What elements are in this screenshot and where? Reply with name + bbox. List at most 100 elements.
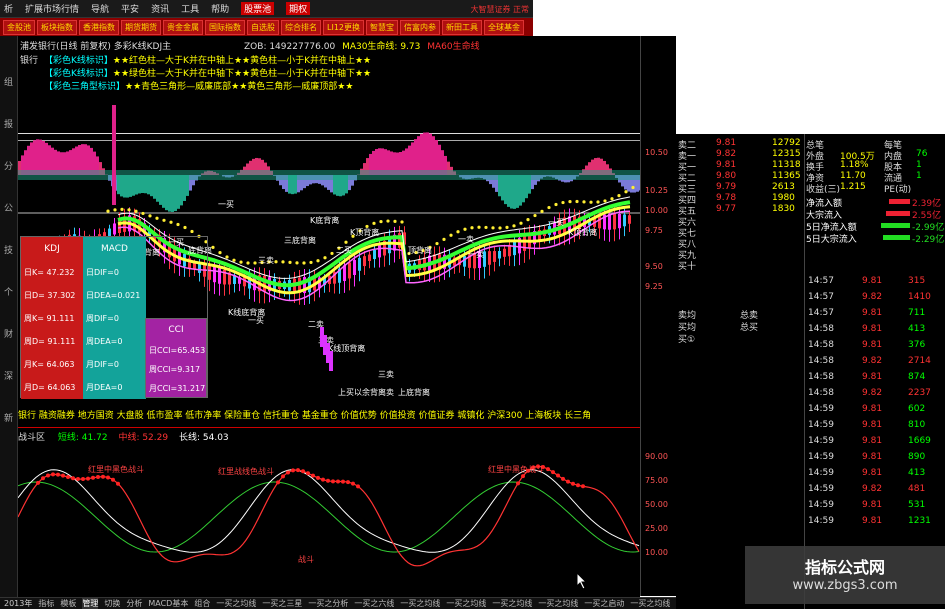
orderbook-price: 9.82 <box>716 149 737 159</box>
left-tab[interactable]: 技 <box>0 244 17 258</box>
stop-dot <box>274 260 278 264</box>
left-tab[interactable]: 分 <box>0 160 17 174</box>
oscillator-chart[interactable]: 红里中黑色战斗 红里战线色战斗 红里中黑色战斗战斗 <box>18 442 640 594</box>
stop-dot <box>540 209 544 213</box>
histogram-bar <box>417 136 420 175</box>
bottom-tab[interactable]: MACD基本 <box>148 598 188 609</box>
toolbar-button[interactable]: 金股池 <box>3 19 35 35</box>
toolbar-button[interactable]: 信富内参 <box>400 19 440 35</box>
menu-item[interactable]: 扩展市场行情 <box>25 2 79 15</box>
tick-price: 9.82 <box>862 484 883 494</box>
left-tab[interactable]: 新 <box>0 412 17 426</box>
histogram-bar <box>36 139 39 175</box>
bottom-tab[interactable]: 组合 <box>194 598 210 609</box>
tick-price: 9.81 <box>862 404 883 414</box>
tick-volume: 481 <box>908 484 926 494</box>
menu-item[interactable]: 平安 <box>121 2 139 15</box>
left-tab[interactable]: 个 <box>0 286 17 300</box>
left-tab[interactable]: 公 <box>0 202 17 216</box>
candle-body <box>218 267 221 284</box>
bottom-tab[interactable]: 一买之均线 <box>446 598 486 609</box>
stop-dot <box>281 260 285 264</box>
chart-info-line: 浦发银行(日线 前复权) 多彩K线KDJ主 ZOB: 149227776.00 … <box>20 39 530 52</box>
toolbar-button[interactable]: 板块指数 <box>37 19 77 35</box>
macd-value: 周DIF=0 <box>86 314 119 323</box>
bottom-tab[interactable]: 一买之六线 <box>354 598 394 609</box>
peak-marker <box>566 479 570 484</box>
tick-volume: 711 <box>908 308 926 318</box>
macd-value: 周DEA=0 <box>86 337 123 346</box>
candle-body <box>213 266 216 283</box>
toolbar-button[interactable]: 新田工具 <box>442 19 482 35</box>
macd-value: 月DEA=0 <box>86 383 123 392</box>
histogram-bar <box>414 139 417 175</box>
orderbook-price: 9.80 <box>716 171 737 181</box>
panel-divider <box>804 134 805 609</box>
candle-body <box>488 251 491 265</box>
peak-marker <box>521 474 525 479</box>
toolbar-button[interactable]: 贵金金属 <box>163 19 203 35</box>
toolbar-button[interactable]: 全球基金 <box>484 19 524 35</box>
toolbar-button[interactable]: LI12更换 <box>323 19 364 35</box>
menu-item[interactable]: 导航 <box>91 2 109 15</box>
candle-body <box>498 251 501 259</box>
histogram-bar <box>165 175 168 211</box>
bottom-tab[interactable]: 一买之均线 <box>492 598 532 609</box>
bottom-tab[interactable]: 一买之均线 <box>630 598 670 609</box>
bottom-tab[interactable]: 切换 <box>104 598 120 609</box>
stop-dot <box>624 190 628 194</box>
toolbar-button[interactable]: 综合排名 <box>281 19 321 35</box>
toolbar-button[interactable]: 香港指数 <box>79 19 119 35</box>
left-tab[interactable]: 报 <box>0 118 17 132</box>
tick-price: 9.82 <box>862 292 883 302</box>
macd-value: 月DIF=0 <box>86 360 119 369</box>
legend-line: 【彩色K线标识】★★绿色柱—大于K并在中轴下★★黄色柱—小于K并在中轴下★★ <box>44 69 372 79</box>
tick-time: 14:57 <box>808 292 834 302</box>
toolbar-button[interactable]: 期货期货 <box>121 19 161 35</box>
tick-volume: 810 <box>908 420 926 430</box>
bottom-tab[interactable]: 分析 <box>126 598 142 609</box>
menu-item-stock-pool[interactable]: 股票池 <box>241 2 275 15</box>
menu-item-options[interactable]: 期权 <box>286 2 311 15</box>
peak-marker <box>346 480 350 485</box>
peak-marker <box>51 472 55 477</box>
signal-annotation: 一卖 <box>458 235 474 244</box>
signal-annotation: 三卖 <box>378 370 394 379</box>
bottom-tab[interactable]: 管理 <box>82 598 99 609</box>
toolbar-button[interactable]: 自选股 <box>247 19 279 35</box>
menu-item[interactable]: 资讯 <box>151 2 169 15</box>
stop-dot <box>393 219 397 223</box>
left-tab[interactable]: 财 <box>0 328 17 342</box>
bottom-tab[interactable]: 一买之三星 <box>262 598 302 609</box>
peak-marker <box>36 480 40 485</box>
peak-marker <box>46 473 50 478</box>
bottom-tab[interactable]: 一买之启动 <box>584 598 624 609</box>
left-tab[interactable]: 深 <box>0 370 17 384</box>
menu-item[interactable]: 析 <box>4 2 13 15</box>
peak-marker <box>301 469 305 474</box>
left-tab[interactable]: 组 <box>0 76 17 90</box>
menu-item[interactable]: 工具 <box>181 2 199 15</box>
peak-marker <box>66 475 70 480</box>
kdj-value: 周K= 91.111 <box>24 314 75 323</box>
bottom-tab[interactable]: 一买之分析 <box>308 598 348 609</box>
stop-dot <box>141 211 145 216</box>
bottom-tab[interactable]: 指标 <box>38 598 54 609</box>
menu-item[interactable]: 帮助 <box>211 2 229 15</box>
bottom-tab[interactable]: 一买之均线 <box>400 598 440 609</box>
orderbook-price: 9.81 <box>716 160 737 170</box>
tick-volume: 890 <box>908 452 926 462</box>
toolbar-button[interactable]: 智慧宝 <box>366 19 398 35</box>
toolbar-button[interactable]: 国际指数 <box>205 19 245 35</box>
candle-body <box>513 241 516 256</box>
bottom-tab[interactable]: 一买之均线 <box>538 598 578 609</box>
bottom-tab[interactable]: 模板 <box>60 598 76 609</box>
kdj-value: 周D= 91.111 <box>24 337 76 346</box>
bottom-tab[interactable]: 一买之均线 <box>216 598 256 609</box>
peak-marker <box>311 473 315 478</box>
menu-status: 大智慧证券 正常 <box>470 4 529 14</box>
tick-price: 9.81 <box>862 516 883 526</box>
stop-dot <box>435 241 439 246</box>
candle-body <box>348 262 351 279</box>
stop-dot <box>631 185 635 190</box>
